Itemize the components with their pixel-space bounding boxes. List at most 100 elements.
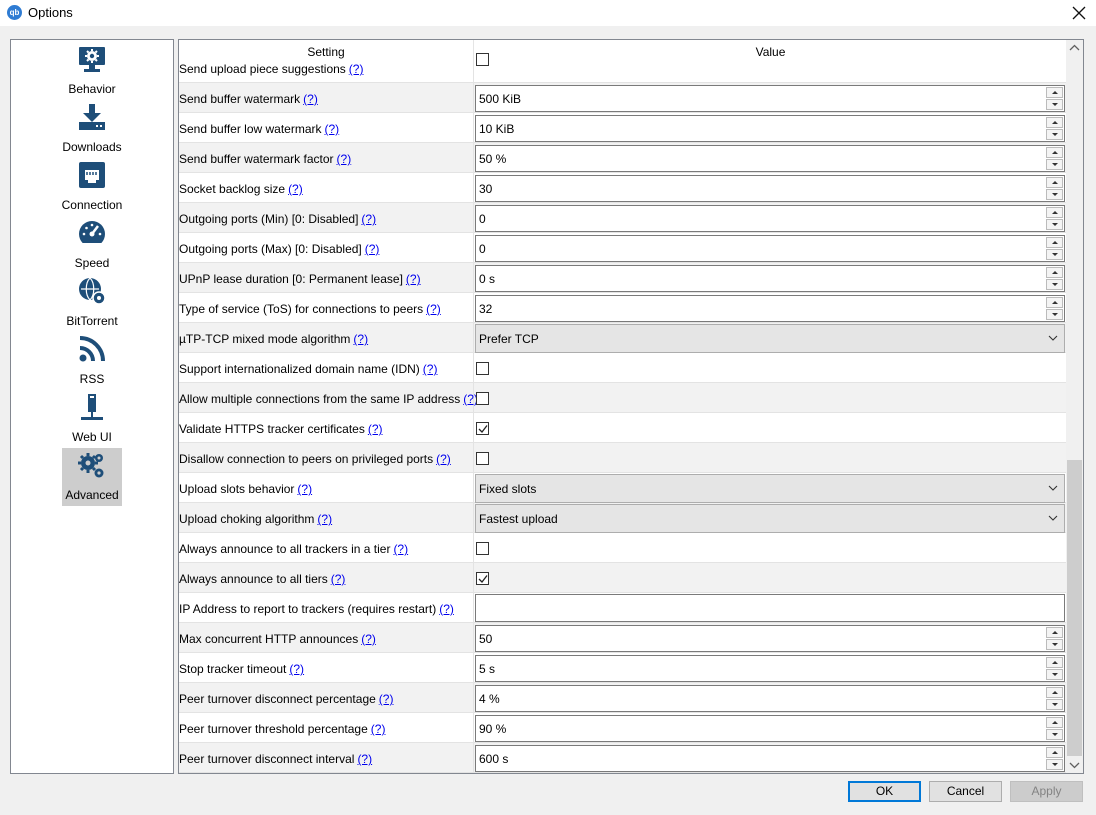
- help-link[interactable]: (?): [297, 482, 312, 496]
- setting-checkbox[interactable]: [476, 362, 489, 375]
- sidebar-item-downloads[interactable]: Downloads: [62, 100, 122, 158]
- scroll-up-button[interactable]: [1066, 40, 1083, 57]
- spin-down-button[interactable]: [1046, 729, 1063, 740]
- value-spinbox[interactable]: 10 KiB: [475, 115, 1065, 142]
- setting-checkbox[interactable]: [476, 53, 489, 66]
- setting-checkbox[interactable]: [476, 422, 489, 435]
- value-spinbox[interactable]: 50: [475, 625, 1065, 652]
- help-link[interactable]: (?): [406, 272, 421, 286]
- sidebar-item-connection[interactable]: Connection: [62, 158, 122, 216]
- globe-gear-icon: [79, 277, 106, 305]
- options-window: qb Options Behavior Downloads Connection…: [0, 0, 1096, 815]
- spin-up-button[interactable]: [1046, 297, 1063, 308]
- help-link[interactable]: (?): [436, 452, 451, 466]
- vertical-scrollbar[interactable]: [1066, 40, 1083, 773]
- help-link[interactable]: (?): [349, 62, 364, 76]
- setting-value-cell: [474, 383, 1067, 413]
- spinbox-value: 10 KiB: [479, 122, 515, 136]
- setting-row: Peer turnover disconnect interval (?) 600 …: [179, 743, 1067, 773]
- setting-value-cell: 600 s: [474, 743, 1067, 773]
- spin-up-button[interactable]: [1046, 87, 1063, 98]
- setting-checkbox[interactable]: [476, 452, 489, 465]
- help-link[interactable]: (?): [288, 182, 303, 196]
- help-link[interactable]: (?): [337, 152, 352, 166]
- value-spinbox[interactable]: 0 s: [475, 265, 1065, 292]
- value-spinbox[interactable]: 32: [475, 295, 1065, 322]
- spin-up-button[interactable]: [1046, 267, 1063, 278]
- value-spinbox[interactable]: 5 s: [475, 655, 1065, 682]
- help-link[interactable]: (?): [353, 332, 368, 346]
- value-spinbox[interactable]: 0: [475, 235, 1065, 262]
- value-dropdown[interactable]: Fixed slots: [475, 474, 1065, 503]
- app-icon: qb: [7, 5, 22, 20]
- value-spinbox[interactable]: 4 %: [475, 685, 1065, 712]
- close-button[interactable]: [1062, 0, 1096, 26]
- sidebar-item-behavior[interactable]: Behavior: [62, 42, 122, 100]
- spin-up-button[interactable]: [1046, 627, 1063, 638]
- spin-up-button[interactable]: [1046, 177, 1063, 188]
- spin-up-button[interactable]: [1046, 717, 1063, 728]
- help-link[interactable]: (?): [361, 212, 376, 226]
- spin-down-button[interactable]: [1046, 279, 1063, 290]
- scrollbar-thumb[interactable]: [1067, 460, 1082, 756]
- help-link[interactable]: (?): [368, 422, 383, 436]
- help-link[interactable]: (?): [379, 692, 394, 706]
- setting-checkbox[interactable]: [476, 572, 489, 585]
- spin-down-button[interactable]: [1046, 639, 1063, 650]
- spin-up-button[interactable]: [1046, 207, 1063, 218]
- value-spinbox[interactable]: 500 KiB: [475, 85, 1065, 112]
- spin-up-button[interactable]: [1046, 117, 1063, 128]
- spin-down-button[interactable]: [1046, 249, 1063, 260]
- spin-down-button[interactable]: [1046, 159, 1063, 170]
- spin-down-button[interactable]: [1046, 699, 1063, 710]
- help-link[interactable]: (?): [426, 302, 441, 316]
- value-spinbox[interactable]: 30: [475, 175, 1065, 202]
- setting-checkbox[interactable]: [476, 542, 489, 555]
- spin-up-button[interactable]: [1046, 747, 1063, 758]
- sidebar-item-rss[interactable]: RSS: [62, 332, 122, 390]
- spin-up-button[interactable]: [1046, 687, 1063, 698]
- ip-address-input[interactable]: [475, 594, 1065, 622]
- help-link[interactable]: (?): [439, 602, 454, 616]
- value-dropdown[interactable]: Fastest upload: [475, 504, 1065, 533]
- help-link[interactable]: (?): [393, 542, 408, 556]
- value-spinbox[interactable]: 50 %: [475, 145, 1065, 172]
- value-spinbox[interactable]: 90 %: [475, 715, 1065, 742]
- help-link[interactable]: (?): [423, 362, 438, 376]
- cancel-button[interactable]: Cancel: [929, 781, 1002, 802]
- spin-down-button[interactable]: [1046, 219, 1063, 230]
- spin-up-button[interactable]: [1046, 237, 1063, 248]
- help-link[interactable]: (?): [357, 752, 372, 766]
- spin-down-button[interactable]: [1046, 189, 1063, 200]
- sidebar-item-advanced[interactable]: Advanced: [62, 448, 122, 506]
- spin-up-button[interactable]: [1046, 657, 1063, 668]
- help-link[interactable]: (?): [361, 632, 376, 646]
- spin-down-button[interactable]: [1046, 759, 1063, 770]
- sidebar-item-web-ui[interactable]: Web UI: [62, 390, 122, 448]
- value-spinbox[interactable]: 600 s: [475, 745, 1065, 772]
- value-spinbox[interactable]: 0: [475, 205, 1065, 232]
- spin-down-button[interactable]: [1046, 99, 1063, 110]
- apply-button[interactable]: Apply: [1010, 781, 1083, 802]
- ok-button[interactable]: OK: [848, 781, 921, 802]
- help-link[interactable]: (?): [331, 572, 346, 586]
- scroll-down-button[interactable]: [1066, 756, 1083, 773]
- help-link[interactable]: (?): [325, 122, 340, 136]
- spin-down-button[interactable]: [1046, 129, 1063, 140]
- setting-checkbox[interactable]: [476, 392, 489, 405]
- setting-value-cell: 0: [474, 203, 1067, 233]
- help-link[interactable]: (?): [317, 512, 332, 526]
- setting-value-cell: [474, 413, 1067, 443]
- help-link[interactable]: (?): [303, 92, 318, 106]
- spin-down-button[interactable]: [1046, 309, 1063, 320]
- sidebar-item-bittorrent[interactable]: BitTorrent: [62, 274, 122, 332]
- value-dropdown[interactable]: Prefer TCP: [475, 324, 1065, 353]
- setting-label: Send upload piece suggestions: [179, 62, 346, 76]
- spin-down-button[interactable]: [1046, 669, 1063, 680]
- help-link[interactable]: (?): [371, 722, 386, 736]
- sidebar-item-speed[interactable]: Speed: [62, 216, 122, 274]
- setting-row: Send buffer low watermark (?) 10 KiB: [179, 113, 1067, 143]
- help-link[interactable]: (?): [289, 662, 304, 676]
- help-link[interactable]: (?): [365, 242, 380, 256]
- spin-up-button[interactable]: [1046, 147, 1063, 158]
